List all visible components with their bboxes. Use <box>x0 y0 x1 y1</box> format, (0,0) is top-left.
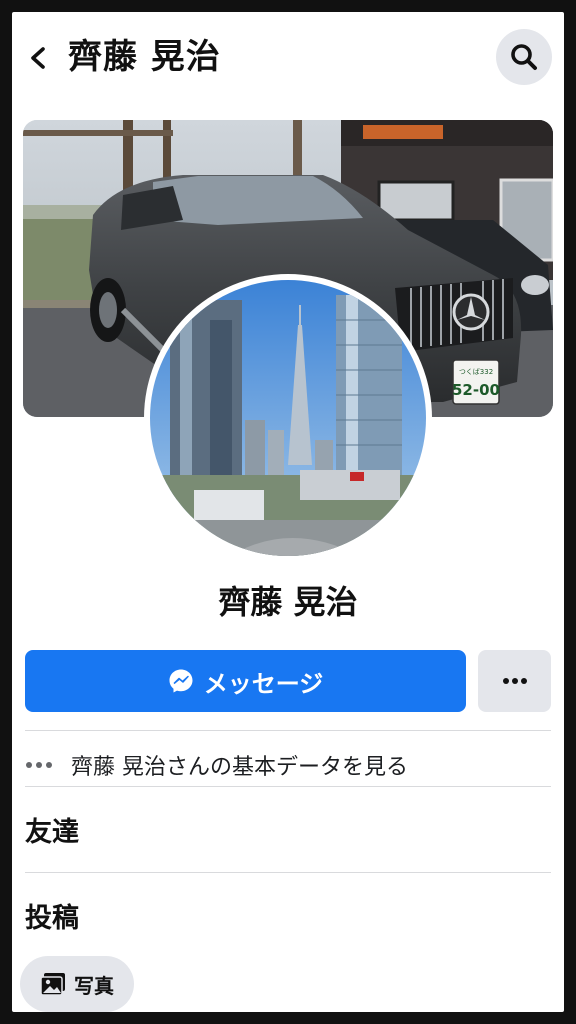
more-dots-icon <box>26 762 52 768</box>
avatar-image <box>150 280 426 556</box>
divider <box>25 786 551 787</box>
messenger-icon <box>169 669 193 693</box>
message-button[interactable]: メッセージ <box>25 650 466 712</box>
message-button-label: メッセージ <box>203 669 324 698</box>
photos-chip-label: 写真 <box>74 973 114 998</box>
profile-name: 齊藤 晃治 <box>218 583 358 621</box>
header-bar: 齊藤 晃治 <box>12 12 564 108</box>
photo-icon <box>40 973 65 996</box>
photos-filter-chip[interactable]: 写真 <box>20 956 134 1012</box>
page-title: 齊藤 晃治 <box>68 37 221 77</box>
about-info-row[interactable]: 齊藤 晃治さんの基本データを見る <box>25 742 551 788</box>
profile-screen: 齊藤 晃治 つくば332 52-00 齊藤 晃治 メッセージ 齊藤 晃治さんの基… <box>12 12 564 1012</box>
posts-section-title: 投稿 <box>25 903 79 934</box>
about-info-label: 齊藤 晃治さんの基本データを見る <box>71 755 408 780</box>
plate-top-text: つくば332 <box>459 367 493 376</box>
search-button[interactable] <box>496 29 552 85</box>
chevron-left-icon <box>31 47 45 69</box>
plate-number-text: 52-00 <box>452 381 500 399</box>
more-dots-icon <box>502 678 527 684</box>
search-icon <box>511 44 537 70</box>
more-options-button[interactable] <box>478 650 551 712</box>
back-button[interactable] <box>20 40 56 76</box>
divider <box>25 730 551 731</box>
avatar <box>150 280 426 556</box>
friends-section-title: 友達 <box>25 817 79 848</box>
divider <box>25 872 551 873</box>
profile-picture[interactable] <box>144 274 432 562</box>
